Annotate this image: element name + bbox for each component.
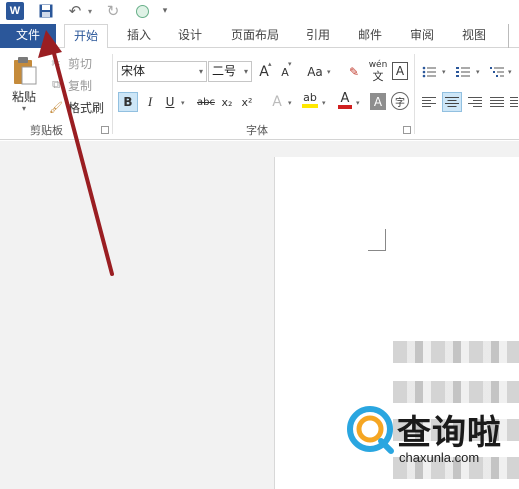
italic-button[interactable]: I [142, 92, 158, 112]
ribbon-tabs: 文件 开始 插入 设计 页面布局 引用 邮件 审阅 视图 [0, 24, 519, 49]
paste-icon[interactable] [12, 56, 38, 86]
customize-qat-icon[interactable]: ▾ [160, 2, 170, 20]
underline-dropdown-icon[interactable]: ▾ [181, 99, 185, 107]
phonetic-bottom: 文 [372, 70, 384, 83]
blurred-text-line [393, 341, 519, 363]
format-painter-icon: 🖌 [49, 100, 63, 114]
clipboard-launcher-icon[interactable] [101, 126, 109, 134]
watermark-subtitle: chaxunla.com [399, 450, 480, 465]
highlight-glyph: ab [303, 91, 317, 104]
tab-mailings[interactable]: 邮件 [352, 24, 388, 48]
scissors-icon: ✂ [51, 56, 61, 70]
font-size-value: 二号 [212, 64, 237, 78]
font-color-button[interactable]: A [336, 90, 354, 110]
character-border-button[interactable]: A [392, 62, 408, 80]
ribbon: 粘贴 ▾ ✂ 剪切 ⧉ 复制 🖌 格式刷 剪贴板 宋体 ▾ 二号 ▾ A ▴ A… [0, 48, 519, 140]
subscript-button[interactable]: x₂ [218, 92, 236, 112]
underline-button[interactable]: U [162, 92, 178, 112]
grow-font-caret-icon: ▴ [268, 60, 272, 68]
multilevel-list-icon[interactable] [488, 62, 506, 82]
bullets-dropdown-icon[interactable]: ▾ [442, 68, 446, 76]
undo-dropdown-icon[interactable]: ▾ [86, 2, 94, 20]
align-left-icon[interactable] [420, 92, 438, 112]
tab-overflow[interactable] [508, 24, 519, 48]
tab-file[interactable]: 文件 [0, 24, 56, 48]
undo-icon[interactable]: ↶ [66, 2, 84, 20]
tab-insert[interactable]: 插入 [122, 24, 156, 48]
clipboard-group-label: 剪贴板 [30, 124, 63, 137]
tab-page-layout[interactable]: 页面布局 [226, 24, 284, 48]
blurred-text-line [393, 381, 519, 403]
quick-access-toolbar: W ↶ ▾ ↻ ▾ [0, 0, 519, 24]
numbering-icon[interactable] [454, 62, 472, 82]
font-size-combo[interactable]: 二号 ▾ [208, 61, 252, 82]
copy-button[interactable]: ⧉ 复制 [48, 76, 92, 94]
multilevel-dropdown-icon[interactable]: ▾ [508, 68, 512, 76]
font-name-value: 宋体 [121, 64, 146, 78]
chevron-down-icon: ▾ [198, 67, 203, 76]
tab-design[interactable]: 设计 [172, 24, 208, 48]
paste-dropdown-icon[interactable]: ▾ [22, 104, 26, 113]
tab-references[interactable]: 引用 [300, 24, 336, 48]
cut-button[interactable]: ✂ 剪切 [48, 54, 92, 72]
font-group-label: 字体 [246, 124, 268, 137]
character-shading-button[interactable]: A [370, 93, 386, 110]
highlight-dropdown-icon[interactable]: ▾ [322, 99, 326, 107]
justify-icon[interactable] [488, 92, 506, 112]
bold-button[interactable]: B [118, 92, 138, 112]
chevron-down-icon: ▾ [243, 67, 248, 76]
phonetic-guide-button[interactable]: wén 文 [368, 58, 388, 84]
align-right-icon[interactable] [466, 92, 484, 112]
clear-formatting-icon[interactable]: ✎ [344, 62, 364, 82]
cut-label: 剪切 [68, 56, 93, 71]
watermark-title: 查询啦 [397, 413, 502, 453]
enclose-characters-button[interactable]: 字 [391, 92, 409, 110]
numbering-dropdown-icon[interactable]: ▾ [476, 68, 480, 76]
font-color-dropdown-icon[interactable]: ▾ [356, 99, 360, 107]
font-color-glyph: A [340, 90, 350, 106]
text-effects-dropdown-icon[interactable]: ▾ [288, 99, 292, 107]
save-icon[interactable] [38, 2, 54, 20]
tab-review[interactable]: 审阅 [404, 24, 440, 48]
group-divider [112, 54, 113, 134]
change-case-button[interactable]: Aa [304, 62, 326, 82]
tab-home[interactable]: 开始 [64, 24, 108, 49]
text-highlight-button[interactable]: ab [300, 90, 320, 110]
format-painter-button[interactable]: 🖌 格式刷 [48, 98, 104, 116]
tab-view[interactable]: 视图 [456, 24, 492, 48]
watermark-logo-icon [347, 406, 394, 454]
touch-mode-icon[interactable] [133, 2, 151, 20]
shrink-font-caret-icon: ▾ [288, 60, 292, 68]
highlight-color-bar [302, 104, 318, 108]
margin-corner-mark [368, 229, 386, 251]
copy-label: 复制 [68, 78, 93, 93]
font-color-bar [338, 104, 352, 109]
watermark: 查询啦 chaxunla.com [345, 403, 515, 465]
font-name-combo[interactable]: 宋体 ▾ [117, 61, 207, 82]
font-launcher-icon[interactable] [403, 126, 411, 134]
superscript-button[interactable]: x² [238, 92, 256, 112]
strikethrough-button[interactable]: abc [194, 92, 218, 112]
group-divider [414, 54, 415, 134]
redo-icon[interactable]: ↻ [104, 2, 122, 20]
text-effects-button[interactable]: A [268, 92, 286, 112]
paste-button-label[interactable]: 粘贴 [12, 88, 36, 105]
word-app-icon[interactable]: W [6, 2, 24, 20]
bullets-icon[interactable] [420, 62, 438, 82]
align-center-icon[interactable] [442, 92, 462, 112]
copy-icon: ⧉ [52, 78, 60, 91]
format-painter-label: 格式刷 [68, 100, 105, 115]
change-case-dropdown-icon[interactable]: ▾ [327, 68, 331, 76]
distributed-icon[interactable] [508, 92, 519, 112]
